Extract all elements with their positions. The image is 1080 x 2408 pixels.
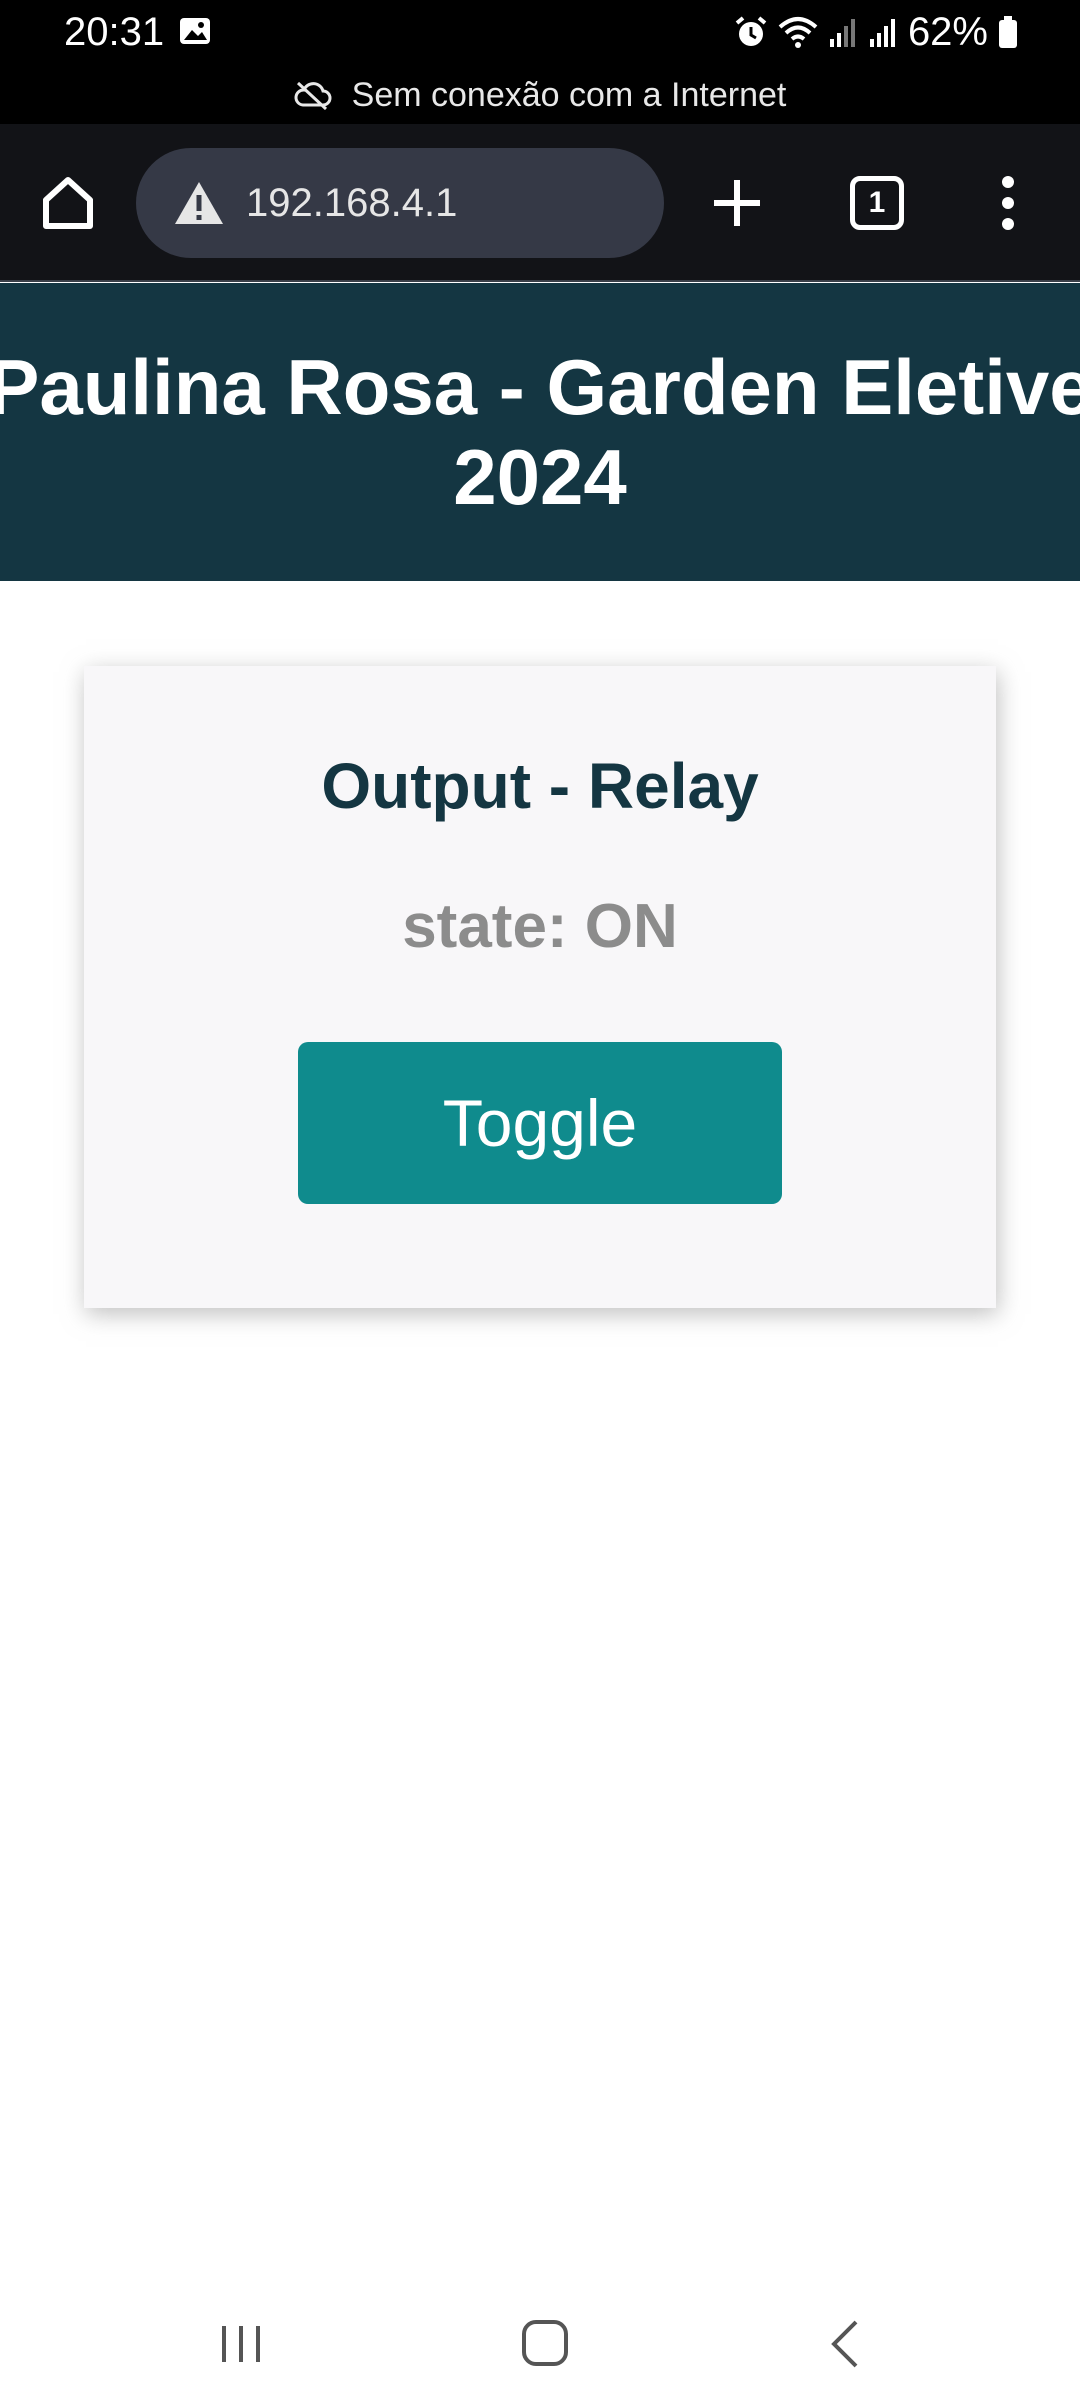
relay-state: state: ON: [402, 892, 678, 961]
gallery-icon: [180, 18, 210, 44]
page-header: Paulina Rosa - Garden Eletive 2024: [0, 283, 1080, 581]
home-icon[interactable]: [38, 172, 98, 232]
status-bar: 20:31 62% Sem conexão com a Internet: [0, 0, 1080, 124]
recents-icon[interactable]: [216, 2322, 266, 2366]
page-title-line2: 2024: [453, 433, 627, 521]
url-text[interactable]: 192.168.4.1: [246, 181, 457, 226]
relay-card: Output - Relay state: ON Toggle: [84, 666, 996, 1308]
browser-toolbar: 192.168.4.1 1: [0, 124, 1080, 282]
home-nav-icon[interactable]: [520, 2318, 570, 2368]
alarm-icon: [735, 16, 767, 46]
signal-icon: [829, 19, 855, 47]
toggle-button[interactable]: Toggle: [298, 1042, 782, 1204]
address-bar[interactable]: 192.168.4.1: [136, 148, 664, 258]
page-title-line1: Paulina Rosa - Garden Eletive: [0, 343, 1080, 431]
tabs-icon[interactable]: 1: [850, 176, 904, 230]
wifi-icon: [778, 17, 818, 48]
navigation-bar: [0, 2260, 1080, 2408]
signal-icon: [869, 19, 895, 47]
offline-banner: Sem conexão com a Internet: [0, 70, 1080, 120]
battery-percent: 62%: [907, 10, 988, 54]
battery-icon: [999, 16, 1017, 48]
plus-icon[interactable]: [710, 176, 764, 230]
more-vert-icon[interactable]: [996, 174, 1020, 232]
status-time: 20:31: [64, 10, 165, 54]
status-icons: 62%: [734, 6, 1018, 58]
back-icon[interactable]: [826, 2318, 866, 2370]
cloud-off-icon: [294, 81, 332, 110]
card-title: Output - Relay: [321, 750, 759, 822]
tab-count: 1: [868, 186, 886, 219]
offline-message: Sem conexão com a Internet: [351, 75, 787, 114]
warning-icon[interactable]: [174, 180, 224, 226]
page-title: Paulina Rosa - Garden Eletive 2024: [0, 342, 1080, 522]
